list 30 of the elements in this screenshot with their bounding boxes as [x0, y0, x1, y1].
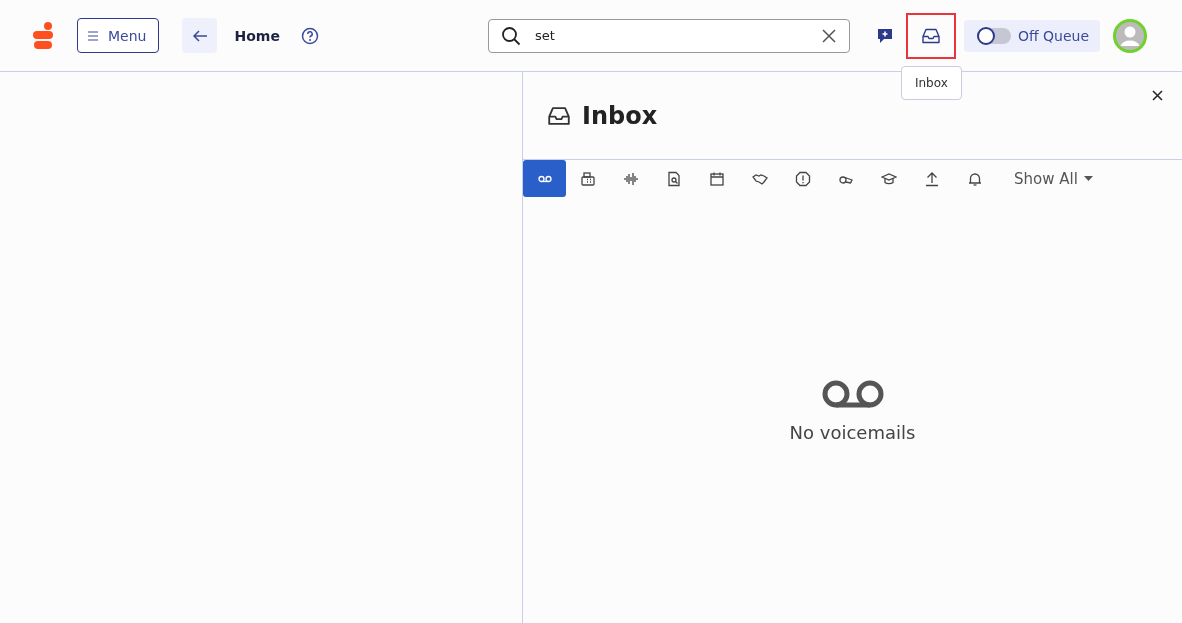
- alert-icon: [794, 170, 811, 187]
- fax-icon: [579, 170, 596, 187]
- logo-icon: [32, 21, 56, 50]
- training-icon: [880, 170, 897, 187]
- inbox-icon: [548, 106, 570, 126]
- queue-toggle[interactable]: Off Queue: [963, 19, 1100, 52]
- recording-icon: [622, 170, 639, 187]
- panel-title: Inbox: [582, 102, 658, 130]
- inbox-icon: [921, 27, 940, 44]
- upload-icon: [923, 170, 940, 187]
- back-button[interactable]: [182, 18, 218, 53]
- filter-dropdown[interactable]: Show All: [1008, 168, 1099, 189]
- inbox-button[interactable]: [905, 12, 956, 59]
- close-icon[interactable]: [1152, 90, 1163, 101]
- menu-button[interactable]: Menu: [77, 18, 160, 53]
- calendar-icon: [708, 170, 725, 187]
- back-arrow-icon: [191, 29, 208, 42]
- empty-message: No voicemails: [789, 422, 916, 443]
- clear-icon[interactable]: [821, 28, 836, 43]
- document-icon: [665, 170, 682, 187]
- chat-plus-icon: [875, 26, 894, 45]
- search-field[interactable]: set: [487, 18, 850, 53]
- bell-icon: [966, 170, 983, 187]
- page-title: Home: [234, 27, 280, 44]
- caret-icon: [1083, 176, 1093, 181]
- voicemail-icon: [821, 380, 884, 408]
- tooltip: Inbox: [900, 65, 962, 100]
- help-icon[interactable]: [300, 26, 319, 45]
- voicemail-tab[interactable]: [523, 160, 566, 197]
- menu-icon: [87, 30, 99, 41]
